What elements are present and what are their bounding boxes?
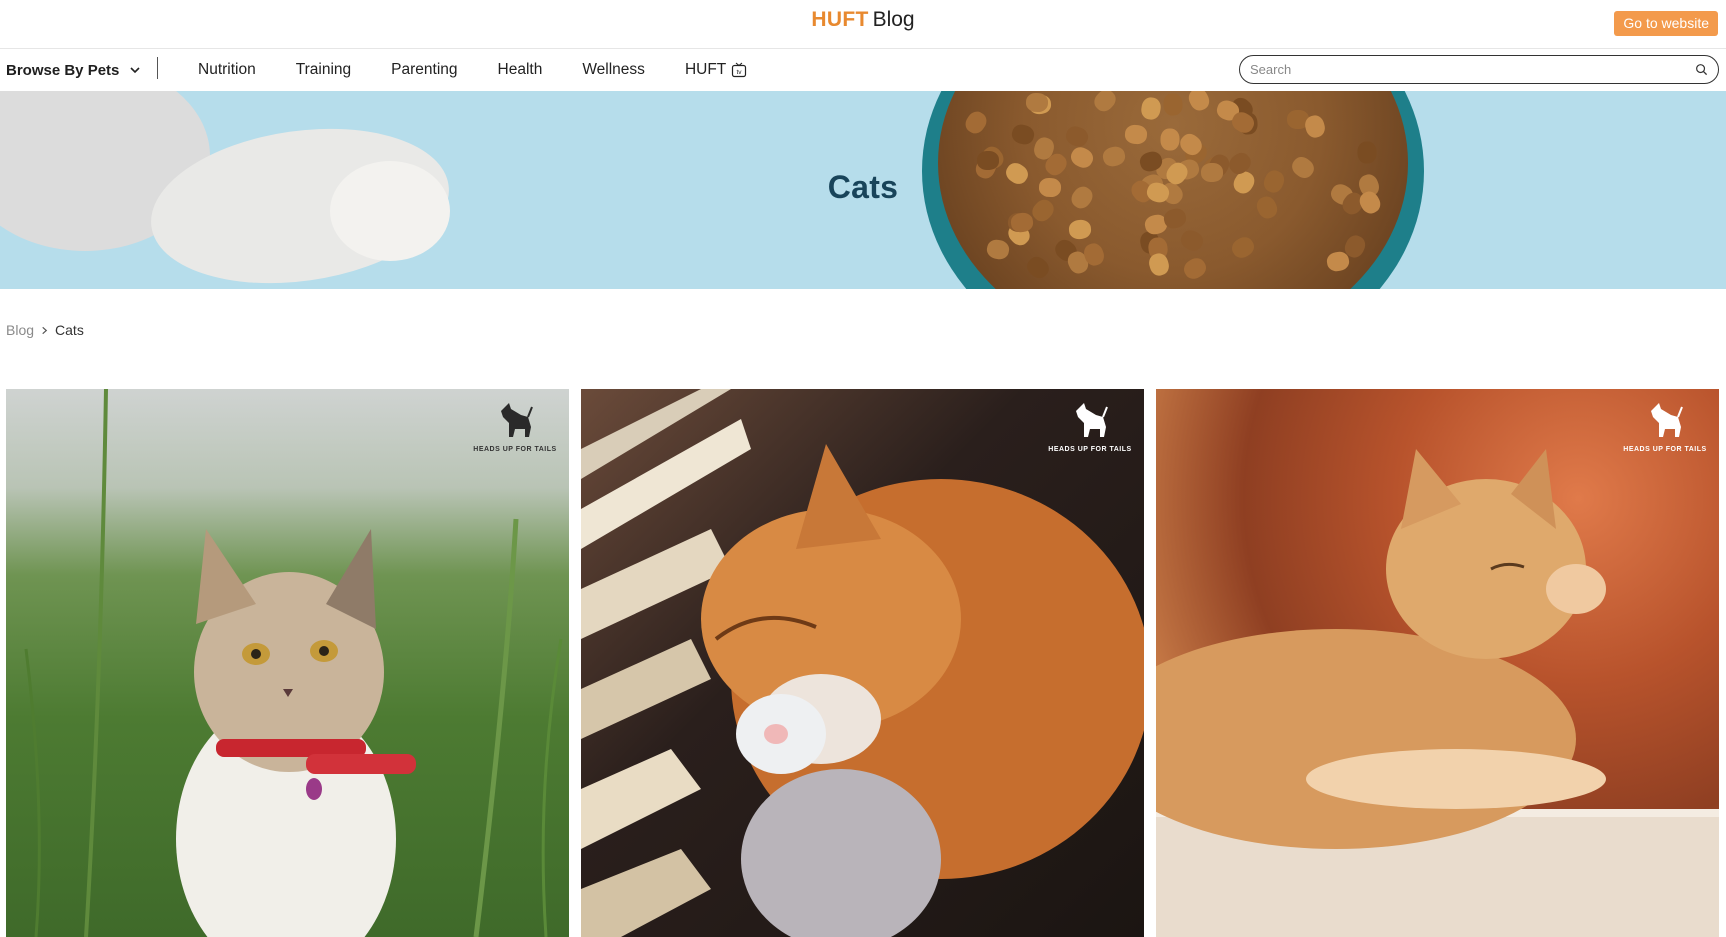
article-card[interactable]: HEADS UP FOR TAILS — [1156, 389, 1719, 937]
nav-link-huft-tv[interactable]: HUFT tv — [685, 61, 747, 79]
nav-link-label: Wellness — [582, 61, 645, 78]
dog-logo-icon — [1651, 403, 1683, 437]
nav-link-label: Nutrition — [198, 61, 256, 78]
brand-watermark: HEADS UP FOR TAILS — [1048, 401, 1132, 453]
watermark-text: HEADS UP FOR TAILS — [1623, 446, 1707, 453]
nav-bar: Browse By Pets Nutrition Training Parent… — [0, 49, 1726, 91]
brand-watermark: HEADS UP FOR TAILS — [473, 401, 557, 453]
watermark-text: HEADS UP FOR TAILS — [473, 446, 557, 453]
nav-links: Nutrition Training Parenting Health Well… — [198, 58, 787, 82]
card-image — [581, 389, 1144, 937]
breadcrumb-current: Cats — [55, 322, 84, 338]
browse-label: Browse By Pets — [6, 61, 120, 79]
nav-link-parenting[interactable]: Parenting — [391, 61, 457, 79]
search-input[interactable] — [1250, 62, 1695, 77]
search-box[interactable] — [1239, 55, 1719, 84]
breadcrumb: Blog Cats — [6, 322, 84, 338]
watermark-text: HEADS UP FOR TAILS — [1048, 446, 1132, 453]
breadcrumb-home-link[interactable]: Blog — [6, 322, 34, 338]
chevron-down-icon — [130, 67, 140, 74]
card-image — [1156, 449, 1719, 937]
dog-logo-icon — [1076, 403, 1108, 437]
go-to-website-button[interactable]: Go to website — [1614, 11, 1718, 36]
hero-title: Cats — [827, 169, 899, 205]
nav-link-health[interactable]: Health — [498, 61, 543, 79]
nav-link-label: Parenting — [391, 61, 458, 78]
nav-link-label: Health — [497, 61, 543, 78]
kibble-piece — [976, 150, 1000, 170]
hero-banner: Cats — [0, 91, 1726, 289]
kibble-piece — [1159, 128, 1180, 151]
chevron-right-icon — [42, 326, 48, 334]
nav-link-label: HUFT — [684, 61, 727, 78]
browse-by-pets-dropdown[interactable]: Browse By Pets — [6, 58, 141, 82]
logo-title: Blog — [872, 8, 915, 31]
search-icon[interactable] — [1695, 63, 1708, 76]
article-grid: HEADS UP FOR TAILS HEADS UP FOR TAILS HE… — [6, 389, 1720, 937]
logo-brand: HUFT — [811, 8, 869, 31]
nav-divider — [157, 57, 158, 79]
tv-icon: tv — [732, 62, 747, 78]
site-logo[interactable]: HUFT Blog — [0, 7, 1726, 33]
nav-link-wellness[interactable]: Wellness — [582, 61, 645, 79]
article-card[interactable]: HEADS UP FOR TAILS — [6, 389, 569, 937]
dog-logo-icon — [501, 403, 533, 437]
nav-link-nutrition[interactable]: Nutrition — [198, 61, 256, 79]
brand-watermark: HEADS UP FOR TAILS — [1623, 401, 1707, 453]
card-image — [24, 389, 563, 937]
nav-link-training[interactable]: Training — [296, 61, 351, 79]
kibble-piece — [1025, 91, 1049, 113]
kibble-piece — [1357, 141, 1377, 164]
svg-text:tv: tv — [737, 69, 743, 76]
nav-link-label: Training — [295, 61, 352, 78]
top-header: HUFT Blog Go to website — [0, 0, 1726, 49]
article-card[interactable]: HEADS UP FOR TAILS — [581, 389, 1144, 937]
